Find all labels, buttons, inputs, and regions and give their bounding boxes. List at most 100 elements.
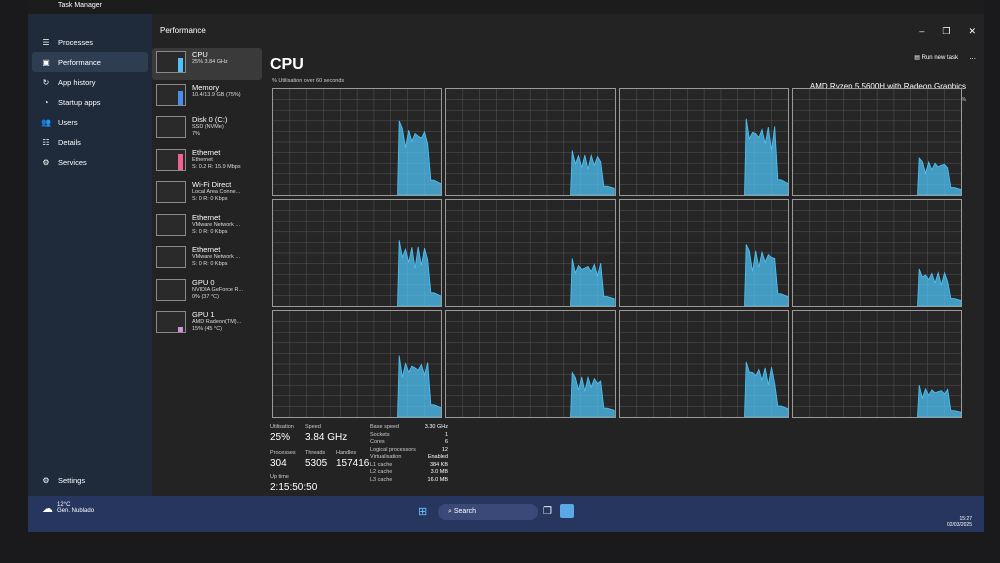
- panel-title: Performance: [160, 26, 206, 35]
- device-thumbnail: [156, 311, 186, 333]
- uptime-label: Up time: [270, 474, 289, 480]
- device-item[interactable]: Memory 10.4/13.9 GB (75%): [152, 81, 262, 113]
- nav-users[interactable]: 👥 Users: [32, 112, 148, 132]
- spec-row: Virtualisation Enabled: [370, 454, 448, 460]
- device-name: Disk 0 (C:): [192, 115, 228, 124]
- device-detail: Local Area Conne...: [192, 189, 241, 195]
- device-detail: 10.4/13.9 GB (75%): [192, 91, 241, 98]
- device-detail: VMware Network ...: [192, 221, 240, 228]
- device-detail: S: 0 R: 0 Kbps: [192, 196, 228, 202]
- core-usage-area: [397, 355, 442, 417]
- core-graph-7: [791, 199, 962, 307]
- cloud-icon: ☁: [42, 503, 53, 515]
- core-usage-area: [916, 268, 961, 306]
- device-thumbnail: [156, 51, 186, 73]
- nav-icon: ☷: [42, 137, 50, 147]
- core-usage-area: [570, 371, 615, 417]
- weather-text: Gen. Nublado: [57, 508, 95, 514]
- device-thumbnail: [156, 213, 186, 236]
- device-detail: VMware Network ...: [192, 254, 240, 260]
- spec-row: Sockets 1: [370, 431, 448, 438]
- device-list: CPU 25% 3.84 GHz Memory 10.4/13.9 GB (75%) D…: [152, 48, 262, 341]
- core-usage-area: [397, 120, 442, 195]
- nav-icon: ⚙: [42, 157, 50, 167]
- device-name: Ethernet: [192, 245, 221, 254]
- minimize-button[interactable]: –: [919, 26, 924, 36]
- device-item[interactable]: Ethernet VMware Network ... S: 0 R: 0 Kbps: [152, 211, 262, 243]
- device-detail: SSD (NVMe): [192, 124, 224, 130]
- device-thumbnail: [156, 116, 186, 138]
- device-name: Ethernet: [192, 212, 221, 222]
- device-detail: Ethernet: [192, 156, 213, 163]
- device-thumbnail: [156, 181, 186, 203]
- threads-value: 5305: [305, 458, 328, 469]
- taskbar: ☁ 12°C Gen. Nublado ⊞ ⌕ Search ❐ 15:27 02/0…: [28, 496, 984, 532]
- nav-icon: ◔: [43, 97, 49, 107]
- core-graph-11: [791, 310, 962, 418]
- search-box[interactable]: ⌕ Search: [438, 504, 538, 520]
- core-graph-6: [618, 199, 789, 307]
- core-usage-area: [743, 361, 788, 417]
- device-thumbnail: [156, 246, 186, 268]
- device-name: Memory: [192, 82, 220, 92]
- nav-processes[interactable]: ☰ Processes: [32, 32, 148, 52]
- spec-row: Base speed 3.30 GHz: [370, 424, 448, 430]
- core-graph-5: [445, 199, 616, 307]
- nav-settings[interactable]: ⚙ Settings: [32, 470, 93, 490]
- device-detail: S: 0 R: 0 Kbps: [192, 228, 228, 235]
- nav-performance[interactable]: ▣ Performance: [32, 52, 148, 72]
- core-graph-4: [272, 199, 443, 307]
- core-graph-0: [272, 88, 443, 196]
- device-item[interactable]: CPU 25% 3.84 GHz: [152, 48, 262, 80]
- device-item[interactable]: Ethernet VMware Network ... S: 0 R: 0 Kbps: [152, 243, 262, 275]
- task-view-icon[interactable]: ❐: [543, 506, 552, 517]
- device-detail: 7%: [192, 131, 200, 137]
- close-button[interactable]: ✕: [968, 26, 976, 36]
- utilisation-label: Utilisation: [270, 424, 294, 430]
- core-usage-area: [570, 258, 615, 306]
- nav-services[interactable]: ⚙ Services: [32, 152, 148, 172]
- nav-icon: ☰: [42, 37, 50, 47]
- core-graph-2: [618, 88, 789, 196]
- weather-widget[interactable]: ☁ 12°C Gen. Nublado: [42, 502, 94, 515]
- device-item[interactable]: Ethernet Ethernet S: 0.2 R: 15.9 Mbps: [152, 146, 262, 178]
- nav-icon: 👥: [41, 117, 51, 127]
- core-usage-area: [916, 156, 961, 195]
- device-name: GPU 0: [192, 277, 215, 287]
- core-graphs: [272, 88, 962, 418]
- device-item[interactable]: Wi-Fi Direct Local Area Conne... S: 0 R: 0…: [152, 178, 262, 210]
- device-detail: NVIDIA GeForce R...: [192, 286, 244, 293]
- nav-icon: ↻: [42, 77, 50, 87]
- nav-details[interactable]: ☷ Details: [32, 132, 148, 152]
- device-name: Ethernet: [192, 147, 221, 157]
- cpu-detail: CPU % Utilisation over 60 seconds AMD Ry…: [270, 44, 974, 496]
- spec-row: Logical processors 12: [370, 446, 448, 453]
- device-thumbnail: [156, 83, 186, 106]
- core-usage-area: [570, 150, 615, 195]
- task-manager-taskbar-icon[interactable]: [560, 504, 574, 518]
- processes-value: 304: [270, 458, 287, 469]
- device-name: CPU: [192, 50, 208, 59]
- nav-startup-apps[interactable]: ◔ Startup apps: [32, 92, 148, 112]
- device-item[interactable]: GPU 1 AMD Radeon(TM)... 15% (45 °C): [152, 308, 262, 340]
- maximize-button[interactable]: ❐: [942, 26, 950, 36]
- device-detail: S: 0.2 R: 15.9 Mbps: [192, 163, 241, 170]
- spec-row: L2 cache 3.0 MB: [370, 469, 448, 475]
- device-detail: S: 0 R: 0 Kbps: [192, 261, 228, 267]
- title-bar: Task Manager: [28, 0, 984, 14]
- core-usage-area: [743, 118, 788, 195]
- device-item[interactable]: GPU 0 NVIDIA GeForce R... 0% (37 °C): [152, 276, 262, 308]
- speed-label: Speed: [305, 424, 321, 430]
- util-label: % Utilisation over 60 seconds: [272, 78, 345, 84]
- start-icon[interactable]: ⊞: [418, 505, 427, 518]
- performance-panel: Performance – ❐ ✕ ▤ Run new task ... CPU 25…: [152, 14, 984, 496]
- device-thumbnail: [156, 148, 186, 171]
- spec-row: L3 cache 16.0 MB: [370, 476, 448, 483]
- nav-app-history[interactable]: ↻ App history: [32, 72, 148, 92]
- core-usage-area: [397, 240, 442, 306]
- device-name: GPU 1: [192, 310, 215, 319]
- cpu-specs: Base speed 3.30 GHz Sockets 1 Cores 6 Logical …: [370, 424, 450, 484]
- clock[interactable]: 15:27 02/03/2025: [947, 516, 972, 528]
- device-detail: 0% (37 °C): [192, 293, 219, 300]
- device-item[interactable]: Disk 0 (C:) SSD (NVMe) 7%: [152, 113, 262, 145]
